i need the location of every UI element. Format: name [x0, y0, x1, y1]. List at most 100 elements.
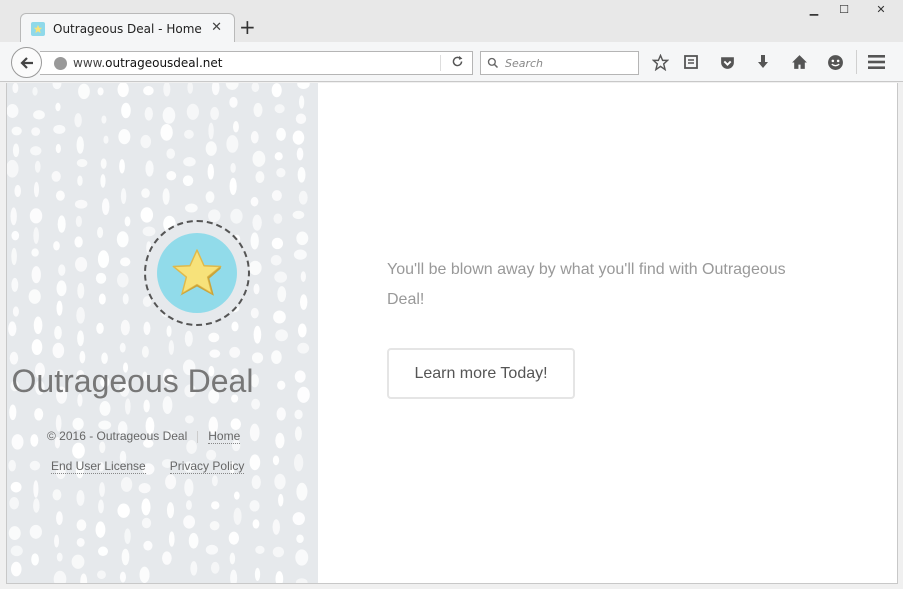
pattern-dot — [31, 248, 39, 257]
toolbar-separator — [856, 50, 857, 74]
home-icon[interactable] — [790, 53, 808, 71]
pattern-dot — [12, 143, 20, 158]
pattern-dot — [250, 196, 259, 207]
pattern-dot — [253, 283, 260, 295]
search-input[interactable]: Search — [480, 51, 639, 75]
pattern-dot — [272, 519, 280, 535]
pattern-dot — [32, 86, 38, 96]
pattern-dot — [33, 316, 43, 335]
pattern-dot — [117, 272, 129, 288]
pattern-dot — [78, 83, 90, 100]
pattern-dot — [185, 203, 198, 213]
new-tab-button[interactable]: + — [239, 15, 256, 39]
pattern-dot — [145, 160, 154, 177]
pattern-dot — [209, 520, 220, 531]
minimize-button[interactable]: ▁ — [799, 0, 829, 18]
pattern-dot — [250, 307, 259, 319]
pattern-dot — [298, 95, 305, 109]
hello-smiley-icon[interactable] — [826, 53, 844, 71]
privacy-policy-link[interactable]: Privacy Policy — [169, 459, 245, 474]
pattern-dot — [253, 102, 263, 118]
pattern-dot — [255, 171, 265, 184]
pattern-dot — [33, 227, 39, 244]
pattern-dot — [74, 113, 82, 128]
pattern-dot — [295, 578, 308, 583]
pattern-dot — [55, 143, 61, 154]
pattern-dot — [182, 175, 194, 187]
pattern-dot — [121, 102, 131, 119]
pattern-dot — [53, 241, 60, 251]
pattern-dot — [298, 190, 308, 205]
pattern-dot — [183, 515, 196, 529]
pattern-dot — [272, 546, 285, 558]
pattern-dot — [79, 350, 86, 364]
pattern-dot — [160, 123, 173, 141]
address-bar[interactable]: www.outrageousdeal.net — [40, 51, 473, 75]
pattern-dot — [208, 209, 221, 223]
reading-list-icon[interactable] — [682, 53, 700, 71]
pattern-dot — [7, 159, 19, 178]
pattern-dot — [297, 323, 307, 338]
pattern-dot — [271, 83, 282, 98]
pattern-dot — [99, 401, 111, 416]
home-link[interactable]: Home — [208, 429, 241, 444]
pattern-dot — [233, 507, 242, 525]
pattern-dot — [292, 210, 305, 220]
pattern-dot — [12, 306, 19, 317]
pattern-dot — [255, 545, 265, 554]
url-text[interactable]: www.outrageousdeal.net — [73, 56, 440, 70]
pattern-dot — [72, 442, 85, 459]
pattern-dot — [11, 277, 19, 292]
pattern-dot — [76, 136, 84, 154]
pattern-dot — [76, 490, 85, 506]
pattern-dot — [56, 511, 63, 526]
pattern-dot — [12, 83, 19, 94]
maximize-button[interactable]: ☐ — [829, 0, 859, 18]
pattern-dot — [188, 532, 199, 549]
pattern-dot — [141, 188, 150, 199]
pattern-dot — [162, 107, 176, 124]
learn-more-button[interactable]: Learn more Today! — [387, 348, 575, 399]
pattern-dot — [119, 159, 125, 174]
pattern-dot — [277, 380, 286, 390]
browser-tab[interactable]: Outrageous Deal - Home ... ✕ — [20, 13, 235, 43]
pattern-dot — [294, 426, 302, 441]
pattern-dot — [292, 512, 305, 526]
url-prefix: www. — [73, 56, 106, 70]
pattern-dot — [271, 190, 282, 201]
pattern-dot — [292, 130, 305, 145]
dot-pattern-background — [7, 83, 310, 583]
pattern-dot — [233, 491, 240, 500]
pattern-dot — [138, 483, 151, 494]
pocket-icon[interactable] — [718, 53, 736, 71]
download-icon[interactable] — [754, 53, 772, 71]
page-viewport: Outrageous Deal © 2016 - Outrageous Deal… — [6, 83, 898, 584]
eula-link[interactable]: End User License — [51, 459, 146, 474]
close-window-button[interactable]: ✕ — [859, 0, 903, 18]
back-button[interactable] — [11, 47, 42, 78]
pattern-dot — [230, 208, 243, 224]
pattern-dot — [272, 455, 280, 466]
url-domain: outrageousdeal.net — [105, 56, 223, 70]
pattern-dot — [184, 129, 194, 139]
pattern-dot — [14, 184, 21, 198]
bookmark-star-icon[interactable] — [651, 53, 669, 71]
pattern-dot — [143, 321, 151, 336]
pattern-dot — [165, 474, 177, 490]
pattern-dot — [295, 549, 309, 566]
tab-close-icon[interactable]: ✕ — [211, 20, 222, 35]
menu-hamburger-icon[interactable] — [867, 53, 885, 71]
pattern-dot — [29, 460, 41, 471]
pattern-dot — [52, 489, 62, 501]
pattern-dot — [76, 307, 85, 324]
pattern-dot — [293, 249, 307, 260]
pattern-dot — [278, 493, 284, 507]
pattern-dot — [52, 83, 62, 90]
pattern-dot — [75, 257, 88, 272]
pattern-dot — [76, 519, 87, 531]
pattern-dot — [74, 236, 83, 248]
pattern-dot — [277, 286, 287, 303]
pattern-dot — [71, 554, 85, 569]
pattern-dot — [103, 135, 109, 144]
reload-icon[interactable] — [451, 55, 464, 72]
